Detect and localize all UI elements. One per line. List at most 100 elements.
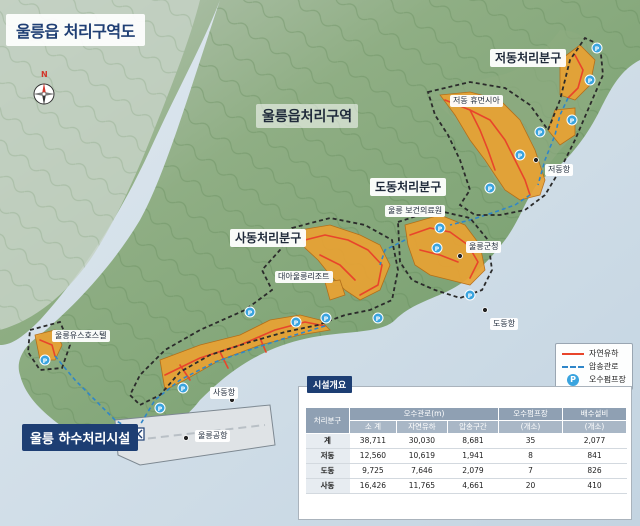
place-label-youth-hostel: 울릉유스호스텔 [52,330,110,342]
pump-symbol: P [435,246,440,253]
cell-drainage: 826 [562,463,627,479]
cell-drainage: 410 [562,478,627,494]
facility-summary-panel: 시설개요 처리분구 오수관로(m) 오수펌프장 배수설비 소 계 자연유하 압송… [298,376,632,520]
cell-pressure: 8,681 [447,433,499,449]
compass-rose-icon [33,83,55,105]
legend-row-pressure: 압송관로 [562,360,626,373]
pump-symbol: P [294,320,299,327]
pump-station-icon: P [567,373,579,386]
pump-symbol: P [538,130,543,137]
table-row: 도동 9,725 7,646 2,079 7 826 [305,463,627,479]
row-name: 사동 [305,478,350,494]
legend-row-pump: P 오수펌프장 [562,373,626,386]
location-dot [533,157,539,163]
pump-symbol: P [570,118,575,125]
row-name: 도동 [305,463,350,479]
header-natural: 자연유하 [395,420,448,434]
place-label-daea-resort: 대아울릉리조트 [275,271,333,283]
pump-station: P [154,402,166,414]
header-drainage-label: 배수설비 [580,409,609,418]
cell-pump: 35 [498,433,563,449]
cell-pump: 8 [498,448,563,464]
pump-symbol: P [518,153,523,160]
treatment-area-map: P P P P P P P P P P P P P P P P N 울릉읍 처리… [0,0,640,526]
cell-natural: 10,619 [396,448,448,464]
place-label-jeodong-port: 저동항 [545,164,574,176]
location-dot [183,435,189,441]
cell-natural: 11,765 [396,478,448,494]
pump-symbol: P [324,316,329,323]
cell-pressure: 4,661 [447,478,499,494]
pump-symbol: P [181,386,186,393]
map-title: 울릉읍 처리구역도 [6,14,145,46]
row-name: 저동 [305,448,350,464]
facility-summary-title: 시설개요 [307,376,353,393]
pump-station: P [566,114,578,126]
pump-station: P [372,312,384,324]
table-row: 저동 12,560 10,619 1,941 8 841 [305,448,627,464]
header-drainage-unit: (개소) [562,420,627,434]
cell-pressure: 2,079 [447,463,499,479]
cell-subtotal: 12,560 [349,448,397,464]
location-dot [457,253,463,259]
cell-pump: 7 [498,463,563,479]
table-row: 계 38,711 30,030 8,681 35 2,077 [305,433,627,449]
legend-row-natural: 자연유하 [562,347,626,360]
pump-station: P [591,42,603,54]
header-district: 처리분구 [305,407,350,434]
pump-station: P [584,74,596,86]
cell-natural: 30,030 [396,433,448,449]
legend-pump-label: 오수펌프장 [589,375,626,384]
pump-station: P [534,126,546,138]
natural-flow-line-icon [562,352,584,355]
pump-symbol: P [468,293,473,300]
header-pressure: 압송구간 [446,420,500,434]
pump-station: P [320,312,332,324]
place-label-county-office: 울릉군청 [466,241,502,253]
place-label-sadong-port: 사동항 [210,387,239,399]
pump-station: P [39,354,51,366]
compass-north-label: N [41,70,48,79]
pump-symbol: P [488,186,493,193]
row-name: 계 [305,433,350,449]
header-sewer: 오수관로(m) [349,407,499,421]
cell-subtotal: 38,711 [349,433,397,449]
pump-symbol: P [588,78,593,85]
pump-symbol: P [376,316,381,323]
district-label-jeodong: 저동처리분구 [490,49,567,67]
location-dot [482,307,488,313]
pump-station: P [514,149,526,161]
header-pump-station: 오수펌프장 [498,407,563,421]
cell-subtotal: 9,725 [349,463,397,479]
pump-station: P [290,316,302,328]
pump-symbol: P [248,310,253,317]
cell-subtotal: 16,426 [349,478,397,494]
pump-symbol: P [43,358,48,365]
place-label-jeodong-park: 저동 휴먼시아 [450,95,503,107]
district-label-dodong: 도동처리분구 [370,178,447,196]
cell-pump: 20 [498,478,563,494]
zone-label: 울릉읍처리구역 [256,104,359,128]
pump-station: P [431,242,443,254]
pump-symbol: P [438,226,443,233]
place-label-dodong-port: 도동항 [490,318,519,330]
header-drainage: 배수설비 [562,407,627,421]
cell-natural: 7,646 [396,463,448,479]
cell-pressure: 1,941 [447,448,499,464]
map-legend: 자연유하 압송관로 P 오수펌프장 [555,343,633,390]
pump-station: P [244,306,256,318]
legend-natural-label: 자연유하 [589,349,619,358]
pump-symbol: P [158,406,163,413]
pump-station: P [484,182,496,194]
header-pump-unit: (개소) [498,420,563,434]
pump-station: P [434,222,446,234]
header-subtotal: 소 계 [349,420,397,434]
facility-summary-table: 처리분구 오수관로(m) 오수펌프장 배수설비 소 계 자연유하 압송구간 (개… [305,407,627,494]
cell-drainage: 841 [562,448,627,464]
pump-symbol: P [595,46,600,53]
table-row: 사동 16,426 11,765 4,661 20 410 [305,478,627,494]
place-label-health-center: 울릉 보건의료원 [385,205,446,217]
cell-drainage: 2,077 [562,433,627,449]
header-pump-station-label: 오수펌프장 [513,409,548,418]
pump-station: P [177,382,189,394]
